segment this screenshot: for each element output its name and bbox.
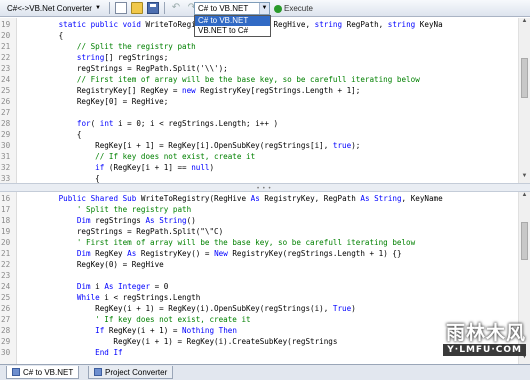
conversion-dropdown-list: C# to VB.NET VB.NET to C# [194,15,271,37]
code-text: regStrings = RegPath.Split('\\'); [22,64,228,73]
code-text: if (RegKey[i + 1] == null) [95,163,215,172]
line-number: 24 [1,282,11,291]
line-number: 29 [1,130,11,139]
line-number: 21 [1,42,11,51]
scroll-up-icon[interactable]: ▲ [519,192,530,202]
tab-label: C# to VB.NET [23,367,74,377]
editor-splitter[interactable]: • • • [0,183,530,192]
line-number: 26 [1,97,11,106]
dropdown-option-vb-to-cs[interactable]: VB.NET to C# [195,26,270,36]
code-text: End If [95,348,123,357]
line-number: 32 [1,163,11,172]
tab-label: Project Converter [105,367,168,377]
code-text: Public Shared Sub WriteToRegistry(RegHiv… [58,194,443,203]
chevron-down-icon[interactable]: ▼ [259,3,269,14]
execute-label: Execute [284,4,313,13]
line-number: 16 [1,194,11,203]
code-text: // First item of array will be the base … [76,75,420,84]
code-text: ' If key does not exist, create it [95,315,251,324]
tab-cs-to-vb[interactable]: C# to VB.NET [6,366,80,379]
line-number: 22 [1,260,11,269]
line-number: 33 [1,174,11,183]
site-watermark: 雨林木风 Y·LMFU·COM [388,318,530,362]
line-number: 30 [1,141,11,150]
code-text: Dim RegKey As RegistryKey() = New Regist… [76,249,402,258]
document-icon [12,368,20,376]
scroll-down-icon[interactable]: ▼ [519,173,530,183]
conversion-select[interactable]: C# to VB.NET ▼ [194,2,270,15]
line-number: 20 [1,238,11,247]
code-text: // If key does not exist, create it [95,152,256,161]
execute-button[interactable]: Execute [274,2,313,15]
code-text: Dim regStrings As String() [76,216,196,225]
code-text: If RegKey(i + 1) = Nothing Then [95,326,237,335]
code-text: { [22,174,100,183]
document-tab-bar: C# to VB.NET Project Converter [0,364,530,380]
tab-project-converter[interactable]: Project Converter [88,366,174,379]
watermark-title: 雨林木风 [445,322,526,344]
scroll-up-icon[interactable]: ▲ [519,18,530,28]
toolbar-divider [163,2,165,14]
line-number: 25 [1,293,11,302]
code-text: // Split the registry path [76,42,196,51]
conversion-select-value: C# to VB.NET [198,4,249,13]
line-number: 20 [1,31,11,40]
converter-menu-label: C#<->VB.Net Converter [7,3,92,13]
code-text: RegistryKey[] RegKey = new RegistryKey[r… [22,86,361,95]
code-text: RegKey(0) = RegHive [22,260,164,269]
line-number: 19 [1,20,11,29]
line-number: 23 [1,64,11,73]
undo-icon[interactable]: ↶ [170,2,182,14]
line-number: 29 [1,337,11,346]
toolbar-divider [108,2,110,14]
document-icon [94,368,102,376]
source-editor-scrollbar[interactable]: ▲ ▼ [518,18,530,183]
code-text: RegKey(i + 1) = RegKey(i).OpenSubKey(reg… [22,304,356,313]
line-number: 18 [1,216,11,225]
converter-menu-button[interactable]: C#<->VB.Net Converter ▼ [2,2,106,15]
dropdown-option-cs-to-vb[interactable]: C# to VB.NET [195,16,270,26]
line-number: 27 [1,315,11,324]
line-number: 17 [1,205,11,214]
line-number: 23 [1,271,11,280]
code-text: ' First item of array will be the base k… [76,238,416,247]
code-text: ' Split the registry path [76,205,192,214]
line-number: 24 [1,75,11,84]
code-text: RegKey[0] = RegHive; [22,97,169,106]
code-text: { [22,31,64,40]
code-text: regStrings = RegPath.Split("\"C) [22,227,224,236]
line-number: 26 [1,304,11,313]
line-number: 27 [1,108,11,117]
line-number: 28 [1,326,11,335]
save-icon[interactable] [146,2,159,14]
line-number: 30 [1,348,11,357]
line-number: 19 [1,227,11,236]
chevron-down-icon: ▼ [94,5,101,11]
code-text: { [22,130,82,139]
source-code-editor[interactable]: 19 static public void WriteToRegistry(Re… [0,18,530,183]
line-number: 31 [1,152,11,161]
new-file-icon[interactable] [114,2,127,14]
code-text: While i < regStrings.Length [76,293,201,302]
line-number: 22 [1,53,11,62]
run-icon [274,4,282,13]
code-text: RegKey[i + 1] = RegKey[i].OpenSubKey(reg… [22,141,361,150]
open-folder-icon[interactable] [130,2,143,14]
line-number: 21 [1,249,11,258]
line-number: 25 [1,86,11,95]
code-text: string[] regStrings; [76,53,169,62]
line-number: 28 [1,119,11,128]
scrollbar-thumb[interactable] [521,58,528,98]
code-text: RegKey(i + 1) = RegKey(i).CreateSubKey(r… [22,337,338,346]
code-text: for( int i = 0; i < regStrings.Length; i… [76,119,279,128]
watermark-url: Y·LMFU·COM [443,344,526,356]
scrollbar-thumb[interactable] [521,222,528,260]
code-text: Dim i As Integer = 0 [76,282,169,291]
